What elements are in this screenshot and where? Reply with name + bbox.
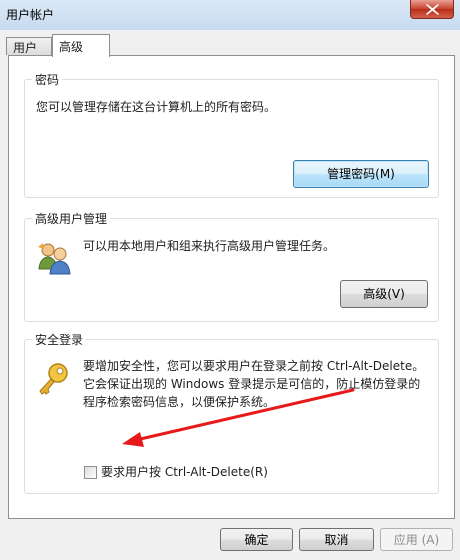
apply-button[interactable]: 应用 (A)	[380, 528, 453, 551]
secure-logon-line-2: 它会保证出现的 Windows 登录提示是可信的，防止模仿登录的	[83, 377, 421, 391]
secure-logon-group-title: 安全登录	[32, 331, 87, 348]
tab-panel-advanced: 密码 您可以管理存储在这台计算机上的所有密码。 管理密码(M) 高级用户管理 可…	[8, 55, 455, 519]
cancel-button[interactable]: 取消	[299, 528, 374, 551]
close-button[interactable]	[410, 0, 454, 19]
window-title: 用户帐户	[6, 8, 55, 22]
advanced-button[interactable]: 高级(V)	[340, 280, 428, 308]
users-icon	[38, 243, 71, 275]
require-ctrl-alt-delete-checkbox[interactable]	[84, 466, 97, 479]
advanced-user-management-group: 高级用户管理 可以用本地用户和组来执行高级用户管理任务。 高级(V)	[24, 210, 439, 322]
secure-logon-line-1: 要增加安全性，您可以要求用户在登录之前按 Ctrl-Alt-Delete。	[83, 359, 425, 373]
advanced-description: 可以用本地用户和组来执行高级用户管理任务。	[83, 239, 336, 253]
passwords-group-title: 密码	[32, 71, 63, 88]
title-bar: 用户帐户	[0, 0, 460, 30]
advanced-group-title: 高级用户管理	[32, 210, 111, 227]
tab-users[interactable]: 用户	[6, 37, 52, 55]
user-accounts-dialog: 用户帐户 用户 高级 密码 您可以管理存储在这台计算机上的所有密码。 管理密码(…	[0, 0, 460, 560]
manage-passwords-button[interactable]: 管理密码(M)	[293, 160, 429, 188]
close-icon	[426, 4, 439, 15]
secure-logon-line-3: 程序检索密码信息，以便保护系统。	[83, 395, 276, 409]
key-icon	[39, 363, 68, 395]
ok-button[interactable]: 确定	[220, 528, 293, 551]
tab-advanced[interactable]: 高级	[52, 34, 110, 57]
require-ctrl-alt-delete-label[interactable]: 要求用户按 Ctrl-Alt-Delete(R)	[101, 464, 268, 481]
passwords-group: 密码 您可以管理存储在这台计算机上的所有密码。 管理密码(M)	[24, 71, 439, 198]
passwords-description: 您可以管理存储在这台计算机上的所有密码。	[36, 100, 277, 114]
secure-logon-group: 安全登录 要增加安全性，您可以要求用户在登录之前按 Ctrl-Alt-Delet…	[24, 331, 439, 494]
